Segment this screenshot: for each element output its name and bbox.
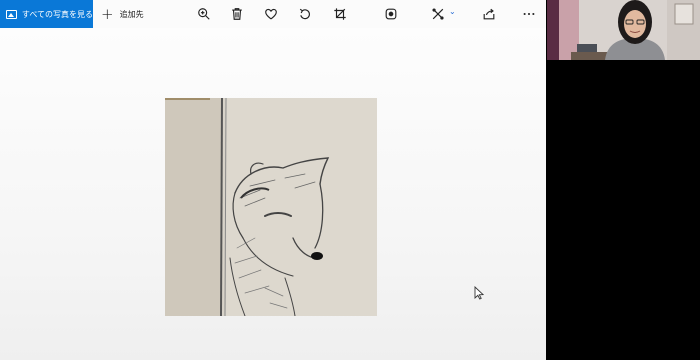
zoom-in-icon[interactable]	[196, 6, 212, 22]
favorite-icon[interactable]	[263, 6, 279, 22]
edit-create-icon[interactable]	[430, 6, 446, 22]
crop-icon[interactable]	[332, 6, 348, 22]
chevron-down-icon[interactable]: ⌄	[449, 7, 456, 16]
dog-sketch-image	[165, 98, 377, 316]
delete-icon[interactable]	[229, 6, 245, 22]
webcam-video-feed	[547, 0, 700, 60]
enhance-icon[interactable]	[383, 6, 399, 22]
see-all-photos-label: すべての写真を見る	[21, 9, 93, 19]
rotate-icon[interactable]	[297, 6, 313, 22]
mouse-pointer-icon	[474, 285, 485, 300]
photos-app-window: すべての写真を見る + 追加先 ⌄	[0, 0, 546, 360]
add-to-button[interactable]: + 追加先	[101, 0, 144, 28]
more-icon[interactable]	[521, 6, 537, 22]
participant-video-image	[547, 0, 700, 60]
see-all-photos-button[interactable]: すべての写真を見る	[0, 0, 93, 28]
add-to-label: 追加先	[119, 9, 144, 19]
photo-viewer-toolbar: すべての写真を見る + 追加先 ⌄	[0, 0, 546, 28]
share-icon[interactable]	[481, 6, 497, 22]
photo-gallery-icon	[6, 9, 17, 19]
displayed-photo	[165, 98, 377, 316]
plus-icon: +	[101, 4, 114, 23]
